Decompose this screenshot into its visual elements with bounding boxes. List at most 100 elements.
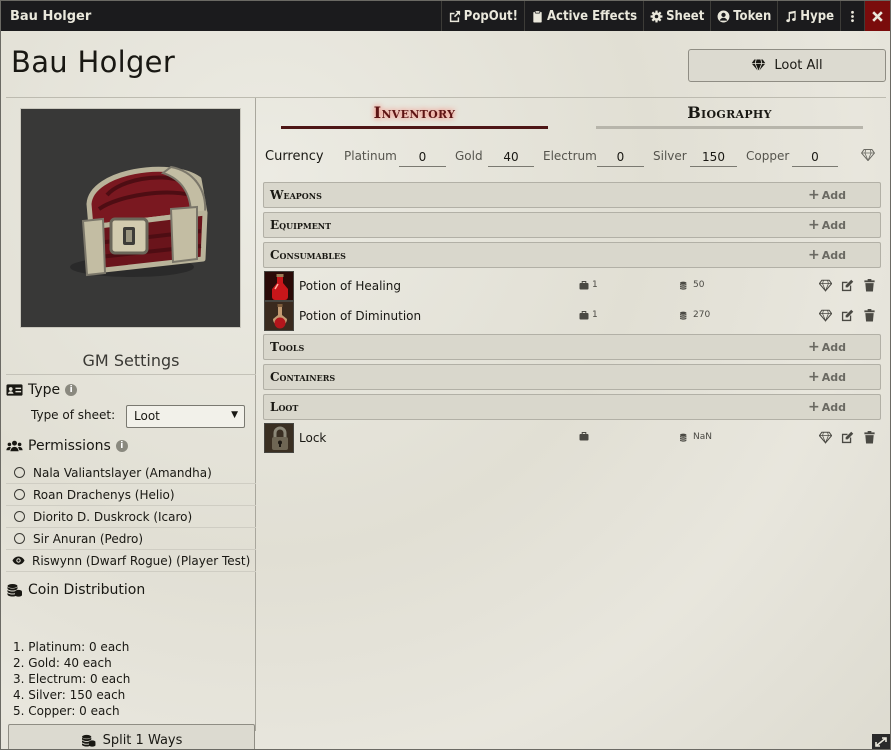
permission-row[interactable]: Sir Anuran (Pedro) bbox=[6, 528, 256, 550]
add-weapon-button[interactable]: + Add bbox=[808, 187, 846, 203]
add-label: Add bbox=[821, 248, 846, 262]
add-tool-button[interactable]: + Add bbox=[808, 339, 846, 355]
add-consumable-button[interactable]: + Add bbox=[808, 247, 846, 263]
add-equipment-button[interactable]: + Add bbox=[808, 217, 846, 233]
type-of-sheet-select[interactable]: Loot ▼ bbox=[126, 405, 245, 428]
coin-distribution-heading: Coin Distribution bbox=[6, 582, 145, 598]
coins-icon bbox=[7, 584, 22, 597]
info-icon[interactable]: i bbox=[115, 440, 128, 452]
plus-icon: + bbox=[808, 339, 820, 355]
permission-row[interactable]: Nala Valiantslayer (Amandha) bbox=[6, 462, 256, 484]
section-title: Containers bbox=[270, 370, 336, 384]
type-title: Type bbox=[28, 382, 61, 398]
price-value: 270 bbox=[693, 310, 711, 320]
permission-none-icon[interactable] bbox=[14, 489, 25, 500]
add-loot-button[interactable]: + Add bbox=[808, 399, 846, 415]
section-title: Equipment bbox=[270, 218, 332, 232]
tab-inventory[interactable]: Inventory bbox=[281, 103, 548, 122]
actor-portrait[interactable] bbox=[20, 108, 241, 328]
permissions-title: Permissions bbox=[28, 438, 111, 454]
permission-none-icon[interactable] bbox=[14, 511, 25, 522]
tab-inventory-underline bbox=[281, 126, 548, 129]
trash-icon[interactable] bbox=[863, 279, 876, 292]
sheet-body: Bau Holger Loot All GM Settings Type i T… bbox=[1, 31, 890, 749]
add-label: Add bbox=[821, 400, 846, 414]
currency-row: Currency Platinum 0 Gold 40 Electrum 0 S… bbox=[265, 148, 880, 168]
player-name: Nala Valiantslayer (Amandha) bbox=[33, 465, 212, 480]
electrum-input[interactable]: 0 bbox=[597, 148, 644, 167]
item-quantity[interactable] bbox=[579, 432, 592, 441]
gem-icon[interactable] bbox=[861, 149, 875, 161]
sheet-config-button[interactable]: Sheet bbox=[643, 1, 710, 31]
platinum-label: Platinum bbox=[344, 149, 397, 163]
edit-icon[interactable] bbox=[841, 309, 854, 322]
item-quantity[interactable]: 1 bbox=[579, 310, 598, 320]
item-name[interactable]: Lock bbox=[299, 431, 326, 445]
permission-none-icon[interactable] bbox=[14, 467, 25, 478]
id-card-icon bbox=[6, 384, 23, 396]
add-label: Add bbox=[821, 218, 846, 232]
actor-name[interactable]: Bau Holger bbox=[11, 45, 175, 79]
loot-all-label: Loot All bbox=[774, 58, 823, 73]
active-effects-label: Active Effects bbox=[546, 8, 638, 24]
caret-down-icon: ▼ bbox=[231, 410, 238, 420]
eye-icon[interactable] bbox=[12, 555, 25, 566]
gem-icon[interactable] bbox=[819, 431, 832, 444]
hype-button[interactable]: Hype bbox=[777, 1, 840, 31]
coins-icon bbox=[680, 433, 687, 442]
coins-icon bbox=[680, 311, 687, 320]
briefcase-icon bbox=[579, 310, 589, 319]
coin-distribution-item: 3. Electrum: 0 each bbox=[13, 672, 131, 686]
item-name[interactable]: Potion of Healing bbox=[299, 279, 401, 293]
popout-button[interactable]: PopOut! bbox=[440, 1, 524, 31]
item-quantity[interactable]: 1 bbox=[579, 280, 598, 290]
gem-icon[interactable] bbox=[819, 279, 832, 292]
permission-row[interactable]: Diorito D. Duskrock (Icaro) bbox=[6, 506, 256, 528]
item-image[interactable] bbox=[264, 301, 294, 331]
active-effects-button[interactable]: Active Effects bbox=[523, 1, 643, 31]
window-titlebar[interactable]: Bau Holger PopOut! Active Effects Sheet … bbox=[1, 1, 890, 31]
music-icon bbox=[786, 10, 796, 22]
inventory-item[interactable]: Potion of Healing 1 50 bbox=[263, 271, 881, 301]
trash-icon[interactable] bbox=[863, 431, 876, 444]
token-config-button[interactable]: Token bbox=[710, 1, 777, 31]
gold-input[interactable]: 40 bbox=[488, 148, 534, 167]
resize-icon bbox=[875, 737, 887, 747]
add-container-button[interactable]: + Add bbox=[808, 369, 846, 385]
sheet-label: Sheet bbox=[666, 8, 705, 24]
permission-row[interactable]: Riswynn (Dwarf Rogue) (Player Test) bbox=[6, 550, 256, 572]
item-image[interactable] bbox=[264, 271, 294, 301]
edit-icon[interactable] bbox=[841, 431, 854, 444]
coin-distribution-item: 5. Copper: 0 each bbox=[13, 704, 120, 718]
section-tools: Tools + Add bbox=[263, 334, 881, 360]
electrum-label: Electrum bbox=[543, 149, 597, 163]
tab-biography[interactable]: Biography bbox=[596, 103, 863, 122]
item-name[interactable]: Potion of Diminution bbox=[299, 309, 421, 323]
copper-input[interactable]: 0 bbox=[792, 148, 838, 167]
permission-row[interactable]: Roan Drachenys (Helio) bbox=[6, 484, 256, 506]
item-price[interactable]: NaN bbox=[679, 432, 712, 442]
platinum-input[interactable]: 0 bbox=[399, 148, 446, 167]
briefcase-icon bbox=[579, 280, 589, 289]
window-resize-handle[interactable] bbox=[872, 734, 890, 749]
copper-label: Copper bbox=[746, 149, 790, 163]
permission-none-icon[interactable] bbox=[14, 533, 25, 544]
silver-input[interactable]: 150 bbox=[690, 148, 737, 167]
inventory-item[interactable]: Potion of Diminution 1 270 bbox=[263, 301, 881, 331]
type-of-sheet-value: Loot bbox=[134, 409, 160, 423]
split-coins-button[interactable]: Split 1 Ways bbox=[8, 724, 255, 749]
item-image[interactable] bbox=[264, 423, 294, 453]
trash-icon[interactable] bbox=[863, 309, 876, 322]
item-price[interactable]: 270 bbox=[679, 310, 710, 320]
loot-all-button[interactable]: Loot All bbox=[688, 49, 886, 82]
info-icon[interactable]: i bbox=[65, 384, 78, 396]
gem-icon[interactable] bbox=[819, 309, 832, 322]
edit-icon[interactable] bbox=[841, 279, 854, 292]
inventory-item[interactable]: Lock NaN bbox=[263, 423, 881, 453]
section-title: Loot bbox=[270, 400, 299, 414]
more-options-button[interactable] bbox=[840, 1, 864, 31]
coin-distribution-list: 1. Platinum: 0 each 2. Gold: 40 each 3. … bbox=[13, 639, 130, 719]
close-button[interactable] bbox=[864, 1, 890, 31]
gm-settings-divider bbox=[6, 374, 256, 375]
item-price[interactable]: 50 bbox=[679, 280, 704, 290]
